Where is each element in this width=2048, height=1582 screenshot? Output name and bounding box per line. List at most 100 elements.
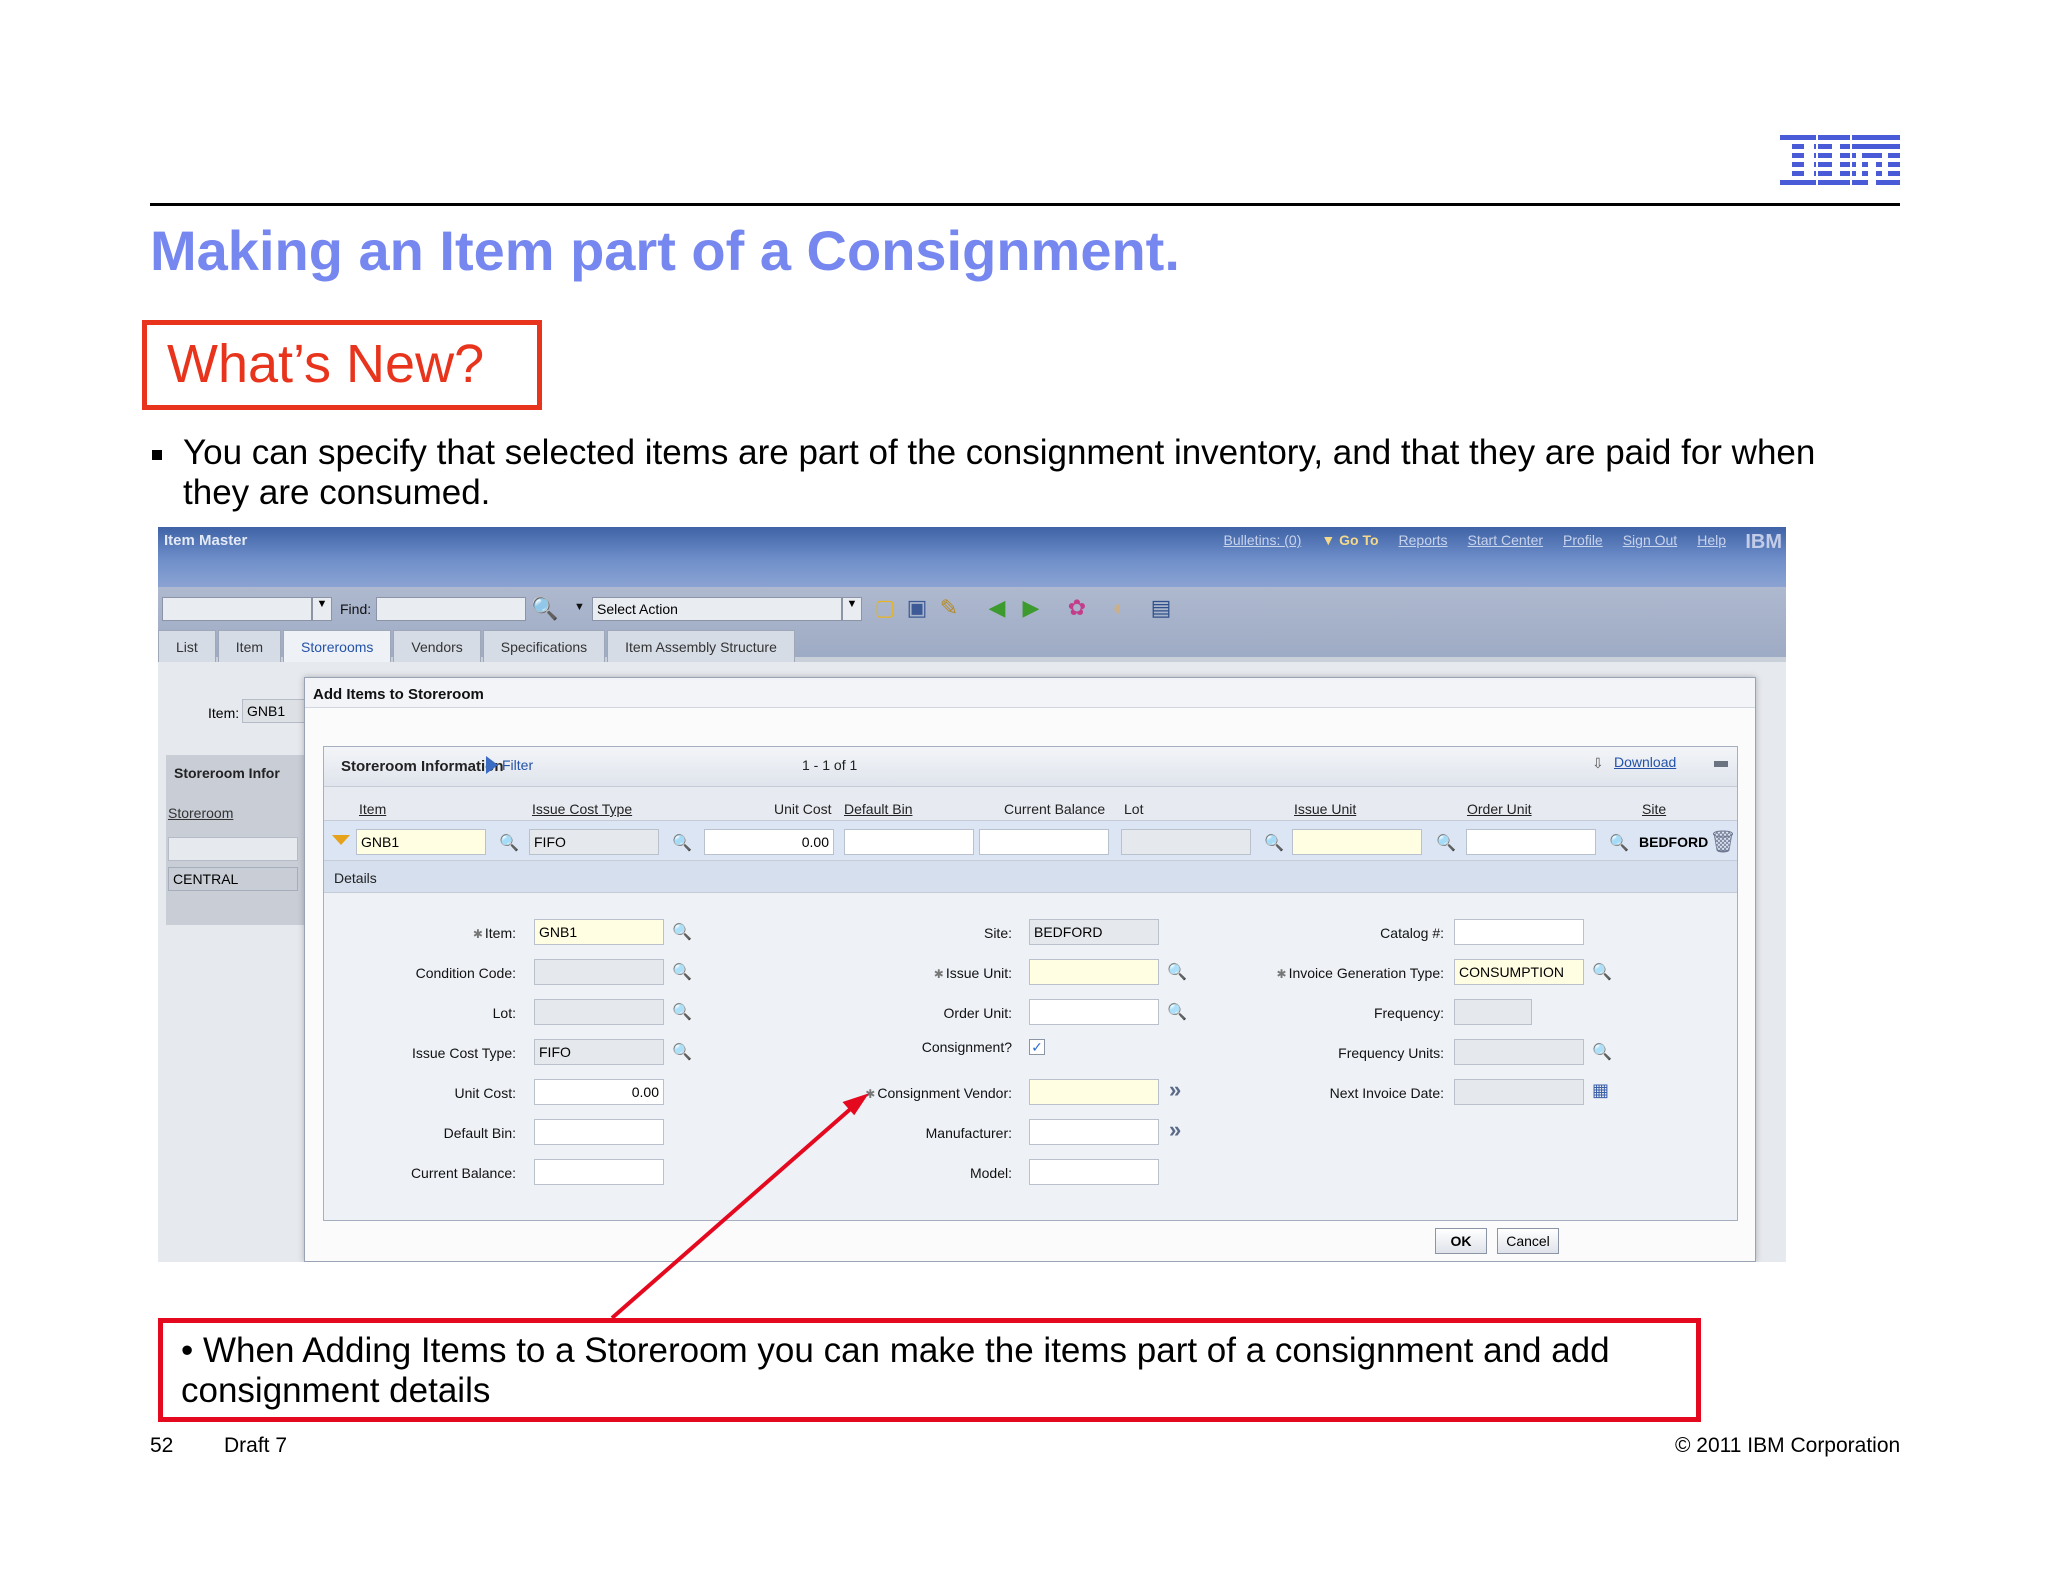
nav-go-to[interactable]: ▼ Go To (1321, 532, 1378, 548)
col-site[interactable]: Site (1642, 801, 1666, 817)
edit-icon[interactable]: ✎ (936, 595, 962, 621)
col-item[interactable]: Item (359, 801, 386, 817)
add-items-dialog: Add Items to Storeroom Storeroom Informa… (304, 677, 1756, 1262)
issue-unit-input[interactable] (1029, 959, 1159, 985)
storeroom-filter-input[interactable] (168, 837, 298, 861)
table-row[interactable]: GNB1 🔍 FIFO 🔍 0.00 🔍 🔍 🔍 BEDFORD 🗑 (324, 821, 1737, 861)
row-current-balance-input[interactable] (979, 829, 1109, 855)
row-count: 1 - 1 of 1 (802, 757, 858, 773)
issue-cost-type-lookup-icon[interactable]: 🔍 (672, 833, 692, 853)
col-issue-unit[interactable]: Issue Unit (1294, 801, 1356, 817)
order-unit-input[interactable] (1029, 999, 1159, 1025)
col-unit-cost[interactable]: Unit Cost (774, 801, 832, 817)
find-input[interactable] (376, 597, 526, 621)
select-action-dropdown[interactable]: Select Action (592, 597, 842, 621)
workflow-icon[interactable]: ✿ (1064, 595, 1090, 621)
storeroom-column-header[interactable]: Storeroom (168, 805, 233, 821)
table-title: Storeroom Information (341, 758, 504, 775)
lot-lookup-icon[interactable]: 🔍 (672, 1002, 692, 1022)
unit-cost-input[interactable]: 0.00 (534, 1079, 664, 1105)
report-icon[interactable]: ▤ (1148, 595, 1174, 621)
site-input[interactable]: BEDFORD (1029, 919, 1159, 945)
download-icon[interactable]: ⇩ (1592, 755, 1604, 772)
nav-sign-out[interactable]: Sign Out (1623, 532, 1677, 548)
nav-start-center[interactable]: Start Center (1468, 532, 1543, 548)
frequency-units-input[interactable] (1454, 1039, 1584, 1065)
current-balance-input[interactable] (534, 1159, 664, 1185)
issue-unit-lookup-icon[interactable]: 🔍 (1167, 962, 1187, 982)
route-icon[interactable]: ◐ (1106, 595, 1132, 621)
nav-reports[interactable]: Reports (1399, 532, 1448, 548)
ok-button[interactable]: OK (1435, 1228, 1487, 1254)
row-order-unit-input[interactable] (1466, 829, 1596, 855)
consignment-checkbox[interactable]: ✓ (1029, 1039, 1045, 1055)
site-label: Site: (983, 925, 1012, 941)
filter-arrow-icon[interactable] (486, 756, 498, 774)
condition-code-lookup-icon[interactable]: 🔍 (672, 962, 692, 982)
row-default-bin-input[interactable] (844, 829, 974, 855)
nav-help[interactable]: Help (1697, 532, 1726, 548)
storeroom-row[interactable]: CENTRAL (168, 867, 298, 891)
frequency-units-lookup-icon[interactable]: 🔍 (1592, 1042, 1612, 1062)
manufacturer-detail-icon[interactable]: » (1169, 1117, 1181, 1143)
invoice-generation-type-lookup-icon[interactable]: 🔍 (1592, 962, 1612, 982)
save-icon[interactable]: ▣ (904, 595, 930, 621)
next-invoice-date-input[interactable] (1454, 1079, 1584, 1105)
filter-link[interactable]: Filter (502, 757, 533, 773)
tab-list[interactable]: List (158, 630, 216, 662)
nav-bulletins[interactable]: Bulletins: (0) (1224, 532, 1302, 548)
catalog-input[interactable] (1454, 919, 1584, 945)
select-action-chevron-icon[interactable]: ▼ (842, 597, 862, 621)
delete-row-icon[interactable]: 🗑 (1709, 829, 1737, 855)
consignment-vendor-input[interactable] (1029, 1079, 1159, 1105)
lot-lookup-icon[interactable]: 🔍 (1264, 833, 1284, 853)
issue-unit-lookup-icon[interactable]: 🔍 (1436, 833, 1456, 853)
manufacturer-input[interactable] (1029, 1119, 1159, 1145)
col-issue-cost-type[interactable]: Issue Cost Type (532, 801, 632, 817)
row-issue-unit-input[interactable] (1292, 829, 1422, 855)
frequency-input[interactable] (1454, 999, 1532, 1025)
next-record-icon[interactable]: ▶ (1018, 595, 1044, 621)
order-unit-lookup-icon[interactable]: 🔍 (1167, 1002, 1187, 1022)
issue-cost-type-lookup-icon[interactable]: 🔍 (672, 1042, 692, 1062)
lot-input[interactable] (534, 999, 664, 1025)
consignment-vendor-detail-icon[interactable]: » (1169, 1077, 1181, 1103)
required-marker-icon: ✱ (865, 1087, 876, 1101)
tab-item[interactable]: Item (217, 630, 282, 662)
order-unit-lookup-icon[interactable]: 🔍 (1609, 833, 1629, 853)
nav-profile[interactable]: Profile (1563, 532, 1603, 548)
row-expand-icon[interactable] (332, 835, 350, 845)
item-lookup-icon[interactable]: 🔍 (499, 833, 519, 853)
new-record-icon[interactable]: ▢ (872, 595, 898, 621)
model-input[interactable] (1029, 1159, 1159, 1185)
detail-item-lookup-icon[interactable]: 🔍 (672, 922, 692, 942)
tab-specifications[interactable]: Specifications (482, 630, 606, 662)
row-item-input[interactable]: GNB1 (356, 829, 486, 855)
cancel-button[interactable]: Cancel (1497, 1228, 1559, 1254)
default-bin-input[interactable] (534, 1119, 664, 1145)
col-default-bin[interactable]: Default Bin (844, 801, 912, 817)
tab-vendors[interactable]: Vendors (393, 630, 481, 662)
invoice-generation-type-input[interactable]: CONSUMPTION (1454, 959, 1584, 985)
tab-storerooms[interactable]: Storerooms (283, 630, 392, 662)
row-lot-input[interactable] (1121, 829, 1251, 855)
download-link[interactable]: Download (1614, 754, 1676, 770)
row-unit-cost-input[interactable]: 0.00 (704, 829, 834, 855)
calendar-icon[interactable]: ▦ (1592, 1080, 1609, 1101)
detail-item-input[interactable]: GNB1 (534, 919, 664, 945)
issue-cost-type-input[interactable]: FIFO (534, 1039, 664, 1065)
query-select[interactable] (162, 597, 312, 621)
previous-record-icon[interactable]: ◀ (984, 595, 1010, 621)
query-dropdown-icon[interactable]: ▼ (312, 597, 332, 621)
row-issue-cost-type-input[interactable]: FIFO (529, 829, 659, 855)
col-order-unit[interactable]: Order Unit (1467, 801, 1532, 817)
tab-item-assembly-structure[interactable]: Item Assembly Structure (607, 630, 795, 662)
col-lot[interactable]: Lot (1124, 801, 1143, 817)
condition-code-input[interactable] (534, 959, 664, 985)
col-current-balance[interactable]: Current Balance (1004, 801, 1105, 817)
condition-code-label: Condition Code: (415, 965, 516, 981)
minimize-icon[interactable] (1714, 761, 1728, 767)
search-icon[interactable]: 🔍 (531, 596, 558, 622)
ibm-logo (1780, 135, 1900, 187)
dialog-titlebar: Add Items to Storeroom (305, 678, 1755, 708)
